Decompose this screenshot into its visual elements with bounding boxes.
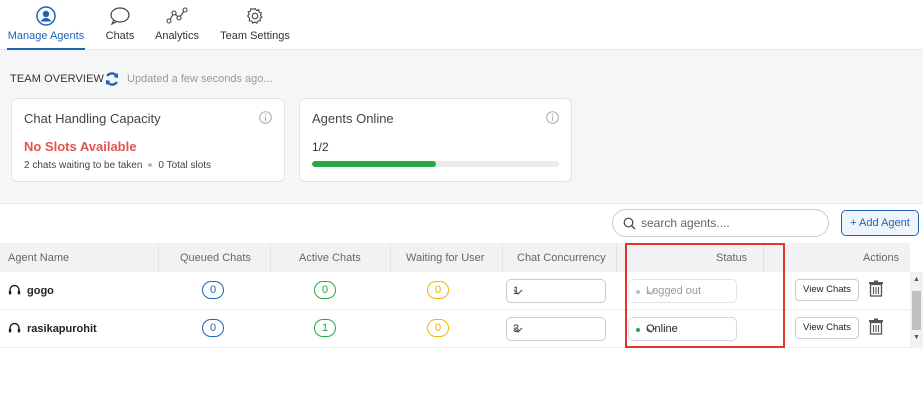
column-header-active-chats[interactable]: Active Chats xyxy=(299,252,361,264)
add-agent-button[interactable]: + Add Agent xyxy=(841,210,919,236)
chevron-down-icon xyxy=(513,287,597,299)
tab-chats[interactable]: Chats xyxy=(102,6,138,50)
info-icon[interactable] xyxy=(259,111,272,129)
card-title: Agents Online xyxy=(312,111,394,126)
search-input[interactable] xyxy=(641,215,821,231)
total-slots-text: 0 Total slots xyxy=(158,160,212,171)
tab-label: Team Settings xyxy=(220,30,290,42)
column-header-actions: Actions xyxy=(863,252,900,264)
headset-icon xyxy=(8,284,21,299)
chats-waiting-text: 2 chats waiting to be taken xyxy=(24,160,143,171)
agent-name-cell: gogo xyxy=(8,284,54,299)
card-title: Chat Handling Capacity xyxy=(24,111,161,126)
tab-label: Chats xyxy=(105,30,135,42)
no-slots-status: No Slots Available xyxy=(24,139,137,154)
column-header-chat-concurrency[interactable]: Chat Concurrency xyxy=(517,252,606,264)
trash-icon[interactable] xyxy=(868,318,884,340)
updated-timestamp: Updated a few seconds ago... xyxy=(127,73,273,85)
waiting-for-user-badge: 0 xyxy=(427,319,449,337)
active-chats-badge: 0 xyxy=(314,281,336,299)
tab-label: Manage Agents xyxy=(7,30,85,42)
waiting-for-user-badge: 0 xyxy=(427,281,449,299)
scroll-down-arrow-icon[interactable]: ▼ xyxy=(913,334,920,341)
progress-fill xyxy=(312,161,436,167)
column-divider xyxy=(270,243,271,272)
chat-capacity-card: Chat Handling Capacity No Slots Availabl… xyxy=(11,98,285,182)
capacity-details: 2 chats waiting to be taken 0 Total slots xyxy=(24,160,211,171)
headset-icon xyxy=(8,322,21,337)
queued-chats-badge: 0 xyxy=(202,281,224,299)
separator-dot xyxy=(148,162,153,167)
trash-icon[interactable] xyxy=(868,280,884,302)
view-chats-button[interactable]: View Chats xyxy=(795,279,859,301)
view-chats-button[interactable]: View Chats xyxy=(795,317,859,339)
team-overview-title: TEAM OVERVIEW xyxy=(10,73,104,85)
chat-bubble-icon xyxy=(102,6,138,26)
status-column-highlight xyxy=(625,243,785,348)
column-header-queued-chats[interactable]: Queued Chats xyxy=(180,252,251,264)
column-header-waiting-for-user[interactable]: Waiting for User xyxy=(406,252,484,264)
column-divider xyxy=(616,243,617,272)
agents-online-card: Agents Online 1/2 xyxy=(299,98,572,182)
analytics-graph-icon xyxy=(154,6,200,26)
search-icon xyxy=(623,217,636,235)
agents-online-ratio: 1/2 xyxy=(312,140,329,154)
chevron-down-icon xyxy=(513,325,597,337)
info-icon[interactable] xyxy=(546,111,559,129)
top-navigation: Manage Agents Chats Analytics Team Setti… xyxy=(0,0,923,50)
queued-chats-badge: 0 xyxy=(202,319,224,337)
column-header-agent-name[interactable]: Agent Name xyxy=(8,252,69,264)
tab-analytics[interactable]: Analytics xyxy=(154,6,200,50)
agent-name-cell: rasikapurohit xyxy=(8,322,97,337)
gear-icon xyxy=(219,6,291,26)
tab-label: Analytics xyxy=(154,30,200,42)
tab-team-settings[interactable]: Team Settings xyxy=(219,6,291,50)
agent-name: rasikapurohit xyxy=(27,323,97,335)
scroll-up-arrow-icon[interactable]: ▲ xyxy=(913,276,920,283)
chat-concurrency-select[interactable]: 1 xyxy=(506,279,606,303)
scrollbar-thumb[interactable] xyxy=(912,291,921,330)
column-divider xyxy=(502,243,503,272)
refresh-icon[interactable] xyxy=(104,71,120,92)
search-box[interactable] xyxy=(612,209,829,237)
column-divider xyxy=(390,243,391,272)
agents-online-progress xyxy=(312,161,559,167)
active-chats-badge: 1 xyxy=(314,319,336,337)
tab-manage-agents[interactable]: Manage Agents xyxy=(7,6,85,50)
column-divider xyxy=(158,243,159,272)
agent-avatar-icon xyxy=(7,6,85,26)
chat-concurrency-select[interactable]: 3 xyxy=(506,317,606,341)
agent-name: gogo xyxy=(27,285,54,297)
